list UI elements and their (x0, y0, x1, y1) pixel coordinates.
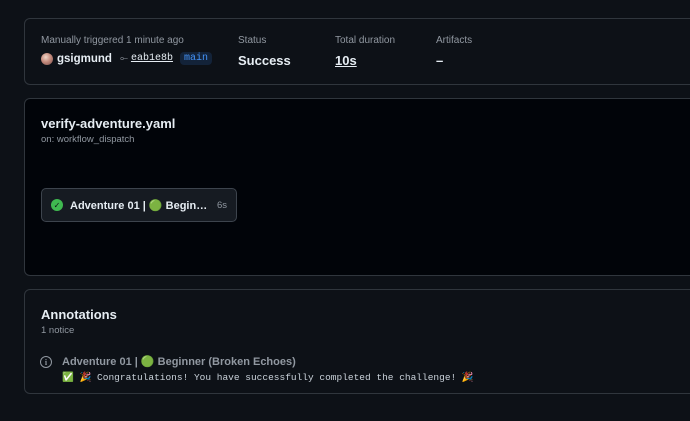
artifacts-value: – (436, 53, 444, 68)
trigger-details: gsigmund ⟜ eab1e8b main (41, 52, 212, 65)
annotations-title: Annotations (41, 307, 117, 322)
duration-label: Total duration (335, 35, 396, 46)
actor-username[interactable]: gsigmund (57, 53, 112, 65)
run-summary-card: Manually triggered 1 minute ago gsigmund… (24, 18, 690, 85)
artifacts-label: Artifacts (436, 35, 473, 46)
annotation-title-link[interactable]: Adventure 01 | 🟢 Beginner (Broken Echoes… (62, 355, 296, 368)
job-duration: 6s (216, 199, 227, 211)
job-node[interactable]: ✓ Adventure 01 | 🟢 Beginner (Broken Echo… (41, 188, 237, 222)
git-commit-icon: ⟜ (119, 53, 128, 64)
annotations-count: 1 notice (41, 325, 75, 336)
trigger-label: Manually triggered 1 minute ago (41, 35, 184, 46)
workflow-file-title: verify-adventure.yaml (41, 116, 176, 131)
info-icon: i (40, 356, 52, 368)
status-info: Status Success (238, 35, 291, 68)
avatar[interactable] (41, 52, 53, 65)
status-value: Success (238, 53, 291, 68)
workflow-trigger: on: workflow_dispatch (41, 134, 135, 145)
annotation-message: ✅ 🎉 Congratulations! You have successful… (62, 372, 474, 383)
job-name: Adventure 01 | 🟢 Beginner (Broken Echoes… (70, 199, 212, 212)
status-label: Status (238, 35, 267, 46)
workflow-graph-card: verify-adventure.yaml on: workflow_dispa… (24, 98, 690, 276)
annotations-card: Annotations 1 notice i Adventure 01 | 🟢 … (24, 289, 690, 394)
duration-info: Total duration 10s (335, 35, 395, 68)
branch-badge[interactable]: main (179, 52, 212, 65)
duration-link[interactable]: 10s (335, 53, 395, 68)
trigger-info: Manually triggered 1 minute ago gsigmund… (41, 35, 212, 65)
commit-sha-link[interactable]: eab1e8b (131, 53, 173, 64)
check-circle-icon: ✓ (51, 199, 63, 211)
artifacts-info: Artifacts – (436, 35, 472, 68)
